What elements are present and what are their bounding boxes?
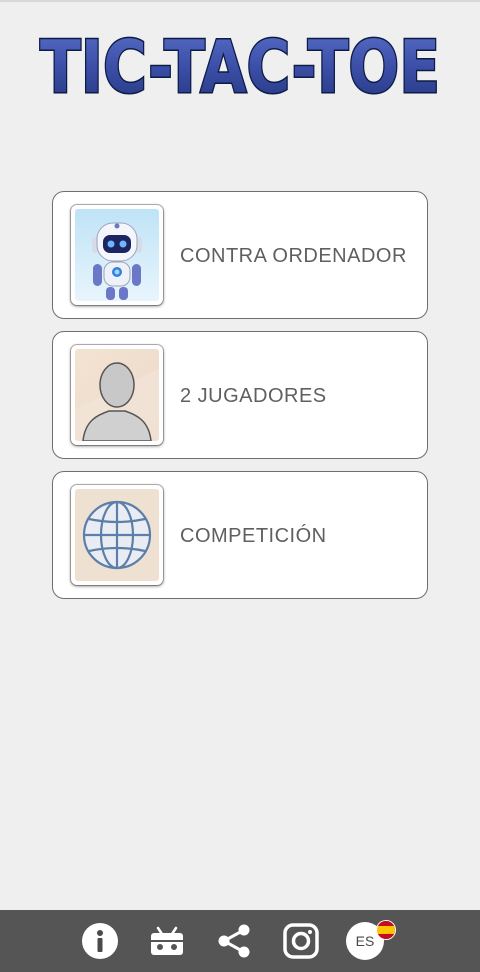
menu-card-competition[interactable]: COMPETICIÓN — [52, 471, 428, 599]
robot-icon — [75, 209, 159, 301]
globe-icon — [75, 489, 159, 581]
top-divider — [0, 0, 480, 2]
spain-flag-icon — [376, 920, 396, 940]
instagram-button[interactable] — [282, 922, 320, 960]
menu-card-vs-computer[interactable]: CONTRA ORDENADOR — [52, 191, 428, 319]
share-icon — [218, 924, 250, 958]
menu-card-label: 2 JUGADORES — [180, 384, 327, 407]
main-menu: CONTRA ORDENADOR 2 JUGADORES COMPETICIÓN — [52, 191, 428, 611]
app-title: TIC-TAC-TOE — [40, 25, 440, 104]
globe-thumbnail — [71, 485, 163, 585]
android-button[interactable] — [148, 922, 186, 960]
person-silhouette-icon — [75, 349, 159, 441]
instagram-icon — [283, 923, 319, 959]
menu-card-label: CONTRA ORDENADOR — [180, 244, 407, 267]
bottom-toolbar: ES — [0, 910, 480, 972]
info-button[interactable] — [81, 922, 119, 960]
robot-thumbnail — [71, 205, 163, 305]
person-thumbnail — [71, 345, 163, 445]
share-button[interactable] — [215, 922, 253, 960]
app-title-logo: TIC-TAC-TOE — [0, 24, 480, 104]
android-icon — [151, 926, 183, 955]
menu-card-two-players[interactable]: 2 JUGADORES — [52, 331, 428, 459]
menu-card-label: COMPETICIÓN — [180, 524, 327, 547]
info-icon — [82, 923, 118, 959]
